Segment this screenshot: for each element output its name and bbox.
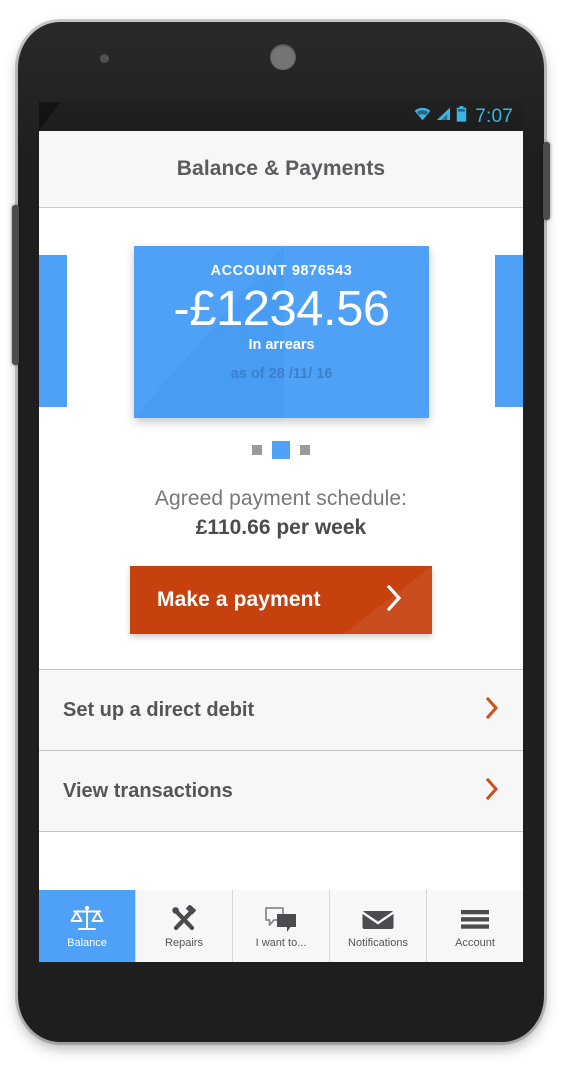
chevron-right-icon xyxy=(485,696,499,724)
pager-dot-3[interactable] xyxy=(300,445,310,455)
make-payment-label: Make a payment xyxy=(157,588,321,611)
envelope-icon xyxy=(361,904,395,934)
android-status-bar: 7:07 xyxy=(39,102,523,131)
payment-schedule: Agreed payment schedule: £110.66 per wee… xyxy=(39,487,523,540)
battery-icon xyxy=(456,106,467,127)
wifi-icon xyxy=(414,107,431,126)
chevron-right-icon xyxy=(485,777,499,805)
page-title: Balance & Payments xyxy=(176,157,386,180)
tab-repairs[interactable]: Repairs xyxy=(135,890,232,962)
link-row-direct-debit[interactable]: Set up a direct debit xyxy=(39,670,523,751)
link-label: View transactions xyxy=(63,779,233,802)
balance-card-carousel[interactable]: ACCOUNT 9876543 -£1234.56 In arrears as … xyxy=(39,246,523,418)
tab-notifications[interactable]: Notifications xyxy=(329,890,426,962)
tab-label: Notifications xyxy=(348,936,408,949)
phone-device: 7:07 Balance & Payments ACCOUNT 9876543 … xyxy=(12,22,550,1042)
link-list: Set up a direct debit View transactions xyxy=(39,669,523,832)
bottom-tab-bar: Balance Repairs I want to... Notificatio… xyxy=(39,890,523,962)
balance-section: ACCOUNT 9876543 -£1234.56 In arrears as … xyxy=(39,208,523,634)
front-camera-icon xyxy=(270,44,296,70)
tab-label: I want to... xyxy=(255,936,307,949)
proximity-sensor-icon xyxy=(100,54,109,63)
phone-screen: 7:07 Balance & Payments ACCOUNT 9876543 … xyxy=(39,102,523,962)
carousel-pager[interactable] xyxy=(39,441,523,459)
status-bar-clock: 7:07 xyxy=(475,105,513,127)
balance-card[interactable]: ACCOUNT 9876543 -£1234.56 In arrears as … xyxy=(134,246,429,418)
app-header: Balance & Payments xyxy=(39,131,523,208)
balance-status: In arrears xyxy=(248,336,315,353)
make-payment-button[interactable]: Make a payment xyxy=(130,566,432,634)
tab-account[interactable]: Account xyxy=(426,890,523,962)
pager-dot-1[interactable] xyxy=(252,445,262,455)
tab-label: Balance xyxy=(67,936,107,949)
link-row-view-transactions[interactable]: View transactions xyxy=(39,751,523,832)
link-label: Set up a direct debit xyxy=(63,698,255,721)
tab-balance[interactable]: Balance xyxy=(39,890,135,962)
balance-amount: -£1234.56 xyxy=(173,282,390,336)
hamburger-icon xyxy=(459,904,491,934)
tab-label: Repairs xyxy=(165,936,203,949)
tab-label: Account xyxy=(455,936,495,949)
volume-button[interactable] xyxy=(12,205,19,365)
schedule-amount: £110.66 per week xyxy=(195,516,367,539)
scales-icon xyxy=(70,904,104,934)
speech-bubbles-icon xyxy=(264,904,298,934)
status-icon-group: 7:07 xyxy=(414,106,513,128)
tab-i-want-to[interactable]: I want to... xyxy=(232,890,329,962)
account-label: ACCOUNT 9876543 xyxy=(210,263,353,279)
tools-icon xyxy=(169,904,199,934)
balance-card-peek-next[interactable] xyxy=(495,255,523,407)
signal-icon xyxy=(436,107,451,126)
chevron-right-icon xyxy=(386,584,402,616)
balance-as-of-date: as of 28 /11/ 16 xyxy=(230,365,333,382)
power-button[interactable] xyxy=(543,142,550,220)
schedule-label: Agreed payment schedule: xyxy=(154,487,408,510)
balance-card-peek-previous[interactable] xyxy=(39,255,67,407)
pager-dot-2-active[interactable] xyxy=(272,441,290,459)
